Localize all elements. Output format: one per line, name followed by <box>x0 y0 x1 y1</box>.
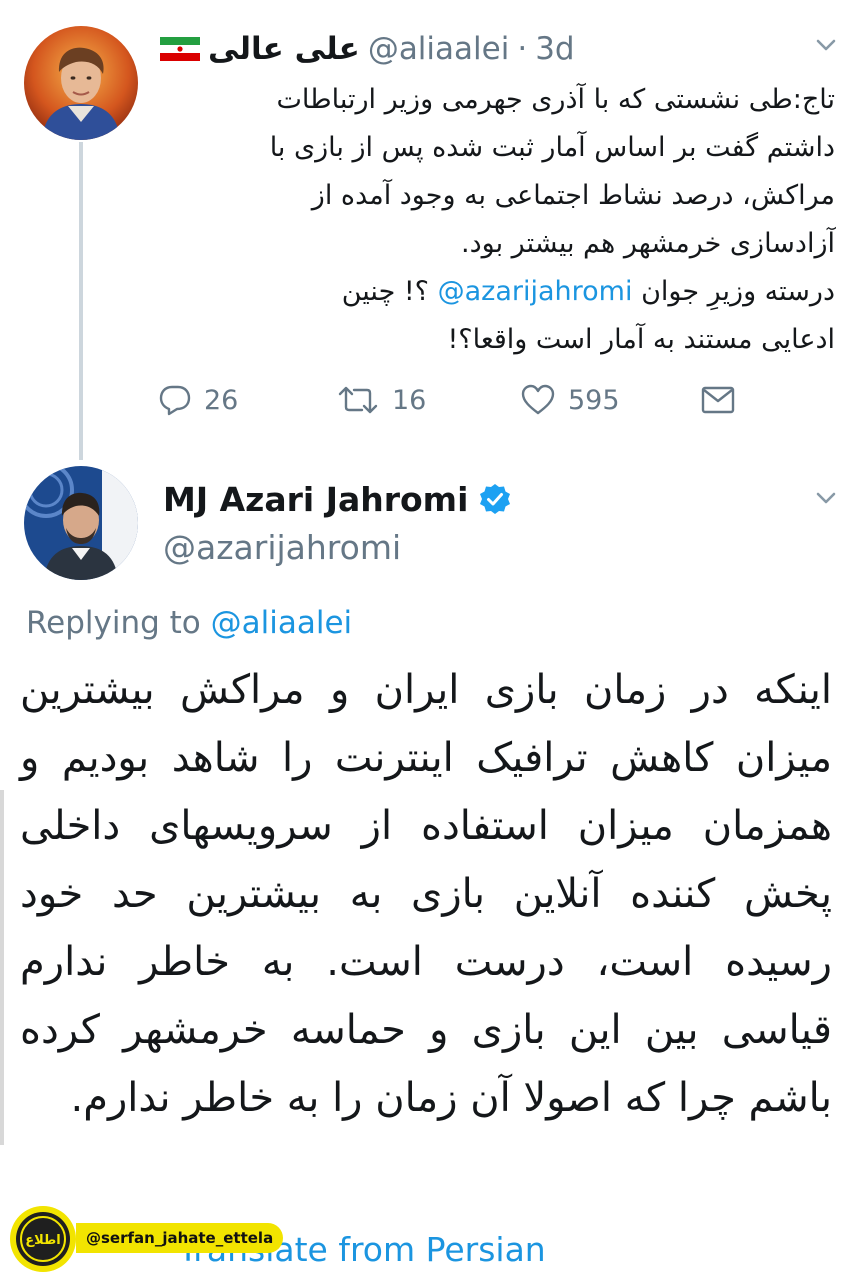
watermark-logo-icon: اطلاع <box>10 1206 76 1272</box>
envelope-icon <box>701 386 735 414</box>
tweet-actions: 26 16 595 <box>150 374 750 426</box>
display-name[interactable]: MJ Azari Jahromi <box>163 480 468 519</box>
like-button[interactable]: 595 <box>520 374 620 426</box>
retweet-button[interactable]: 16 <box>336 374 426 426</box>
replying-to: Replying to @aliaalei <box>26 605 352 641</box>
heart-icon <box>521 384 555 415</box>
tweet-text-line: ادعایی مستند به آمار است واقعا؟! <box>447 324 835 355</box>
tweet-text-line: تاج:طی نشستی که با آذری جهرمی وزیر ارتبا… <box>276 84 836 115</box>
chevron-down-icon[interactable] <box>811 483 841 513</box>
tweet-timestamp[interactable]: 3d <box>535 31 574 67</box>
tweet-header: علی عالی @aliaalei · 3d <box>160 26 575 72</box>
scroll-edge <box>0 790 4 1145</box>
reply-button[interactable]: 26 <box>158 374 238 426</box>
avatar-azarijahromi[interactable] <box>24 466 138 580</box>
tweet-text-line: آزادسازی خرمشهر هم بیشتر بود. <box>461 228 835 259</box>
avatar-aliaalei[interactable] <box>24 26 138 140</box>
user-handle[interactable]: @azarijahromi <box>163 528 401 567</box>
user-handle[interactable]: @aliaalei <box>368 31 510 67</box>
verified-badge-icon <box>480 484 511 514</box>
reply-icon <box>159 385 191 416</box>
like-count: 595 <box>568 384 620 416</box>
tweet-author: MJ Azari Jahromi <box>163 476 512 522</box>
tweet-text-line: داشتم گفت بر اساس آمار ثبت شده پس از باز… <box>269 132 835 163</box>
tweet-text-line: درسته وزیرِ جوان @azarijahromi ؟! چنین <box>150 268 835 316</box>
display-name[interactable]: علی عالی <box>208 31 360 67</box>
thread-connector-line <box>79 142 83 460</box>
iran-flag-icon <box>160 37 200 61</box>
retweet-count: 16 <box>392 384 427 416</box>
reply-count: 26 <box>204 384 239 416</box>
tweet-text: اینکه در زمان بازی ایران و مراکش بیشترین… <box>20 667 832 1121</box>
watermark-logo-text: اطلاع <box>25 1233 60 1248</box>
retweet-icon <box>338 386 378 414</box>
tweet-text-line: مراکش، درصد نشاط اجتماعی به وجود آمده از <box>311 180 835 211</box>
dot-separator: · <box>517 31 528 67</box>
tweet-text-fragment: ؟! چنین <box>341 276 430 307</box>
mention-link[interactable]: @azarijahromi <box>438 276 633 307</box>
tweet-text: تاج:طی نشستی که با آذری جهرمی وزیر ارتبا… <box>150 76 835 364</box>
watermark-handle: @serfan_jahate_ettela <box>76 1223 284 1253</box>
chevron-down-icon[interactable] <box>811 30 841 60</box>
direct-message-button[interactable] <box>700 374 736 426</box>
replying-to-mention[interactable]: @aliaalei <box>211 605 353 641</box>
replying-to-label: Replying to <box>26 605 201 641</box>
tweet-text-fragment: درسته وزیرِ جوان <box>641 276 835 307</box>
